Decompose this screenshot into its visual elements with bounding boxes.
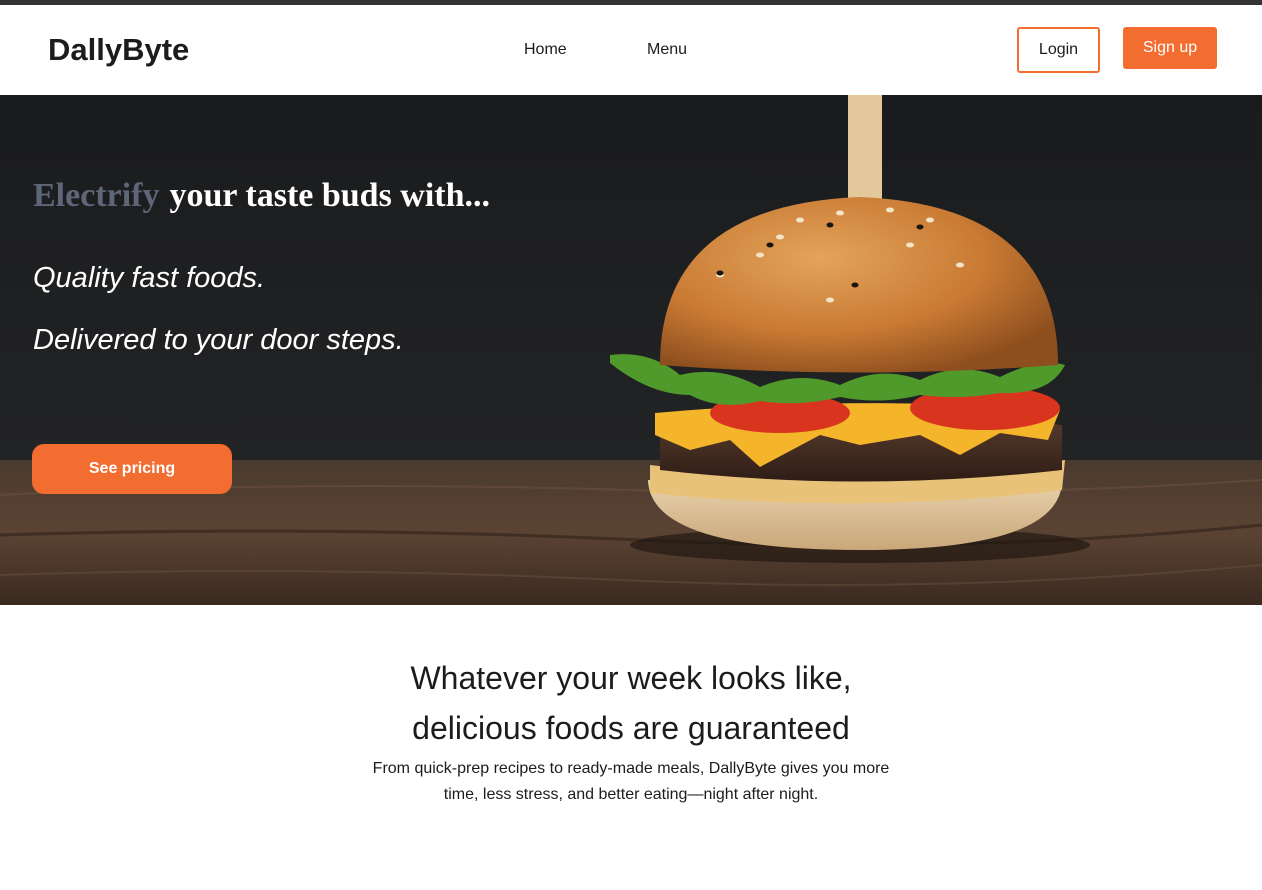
hero-headline-accent: Electrify [33, 177, 160, 214]
intro-heading-line1: Whatever your week looks like, [410, 660, 852, 696]
intro-section: Whatever your week looks like, delicious… [0, 605, 1262, 890]
hero-headline-rest: your taste buds with... [169, 177, 491, 214]
login-button[interactable]: Login [1017, 27, 1100, 73]
hero-tagline-2: Delivered to your door steps. [33, 324, 404, 356]
intro-body-text: From quick-prep recipes to ready-made me… [372, 760, 890, 803]
nav-link-home[interactable]: Home [524, 41, 567, 59]
signup-button[interactable]: Sign up [1123, 27, 1217, 69]
hero-tagline-1: Quality fast foods. [33, 262, 266, 294]
hero-section: Electrify your taste buds with... Quality… [0, 95, 1262, 605]
see-pricing-button[interactable]: See pricing [32, 444, 232, 494]
intro-heading-line2: delicious foods are guaranteed [412, 710, 850, 746]
hero-headline: Electrify your taste buds with... [33, 177, 490, 215]
brand-logo[interactable]: DallyByte [48, 32, 189, 68]
navbar: DallyByte Home Menu Login Sign up [0, 5, 1262, 95]
nav-link-menu[interactable]: Menu [647, 41, 687, 59]
